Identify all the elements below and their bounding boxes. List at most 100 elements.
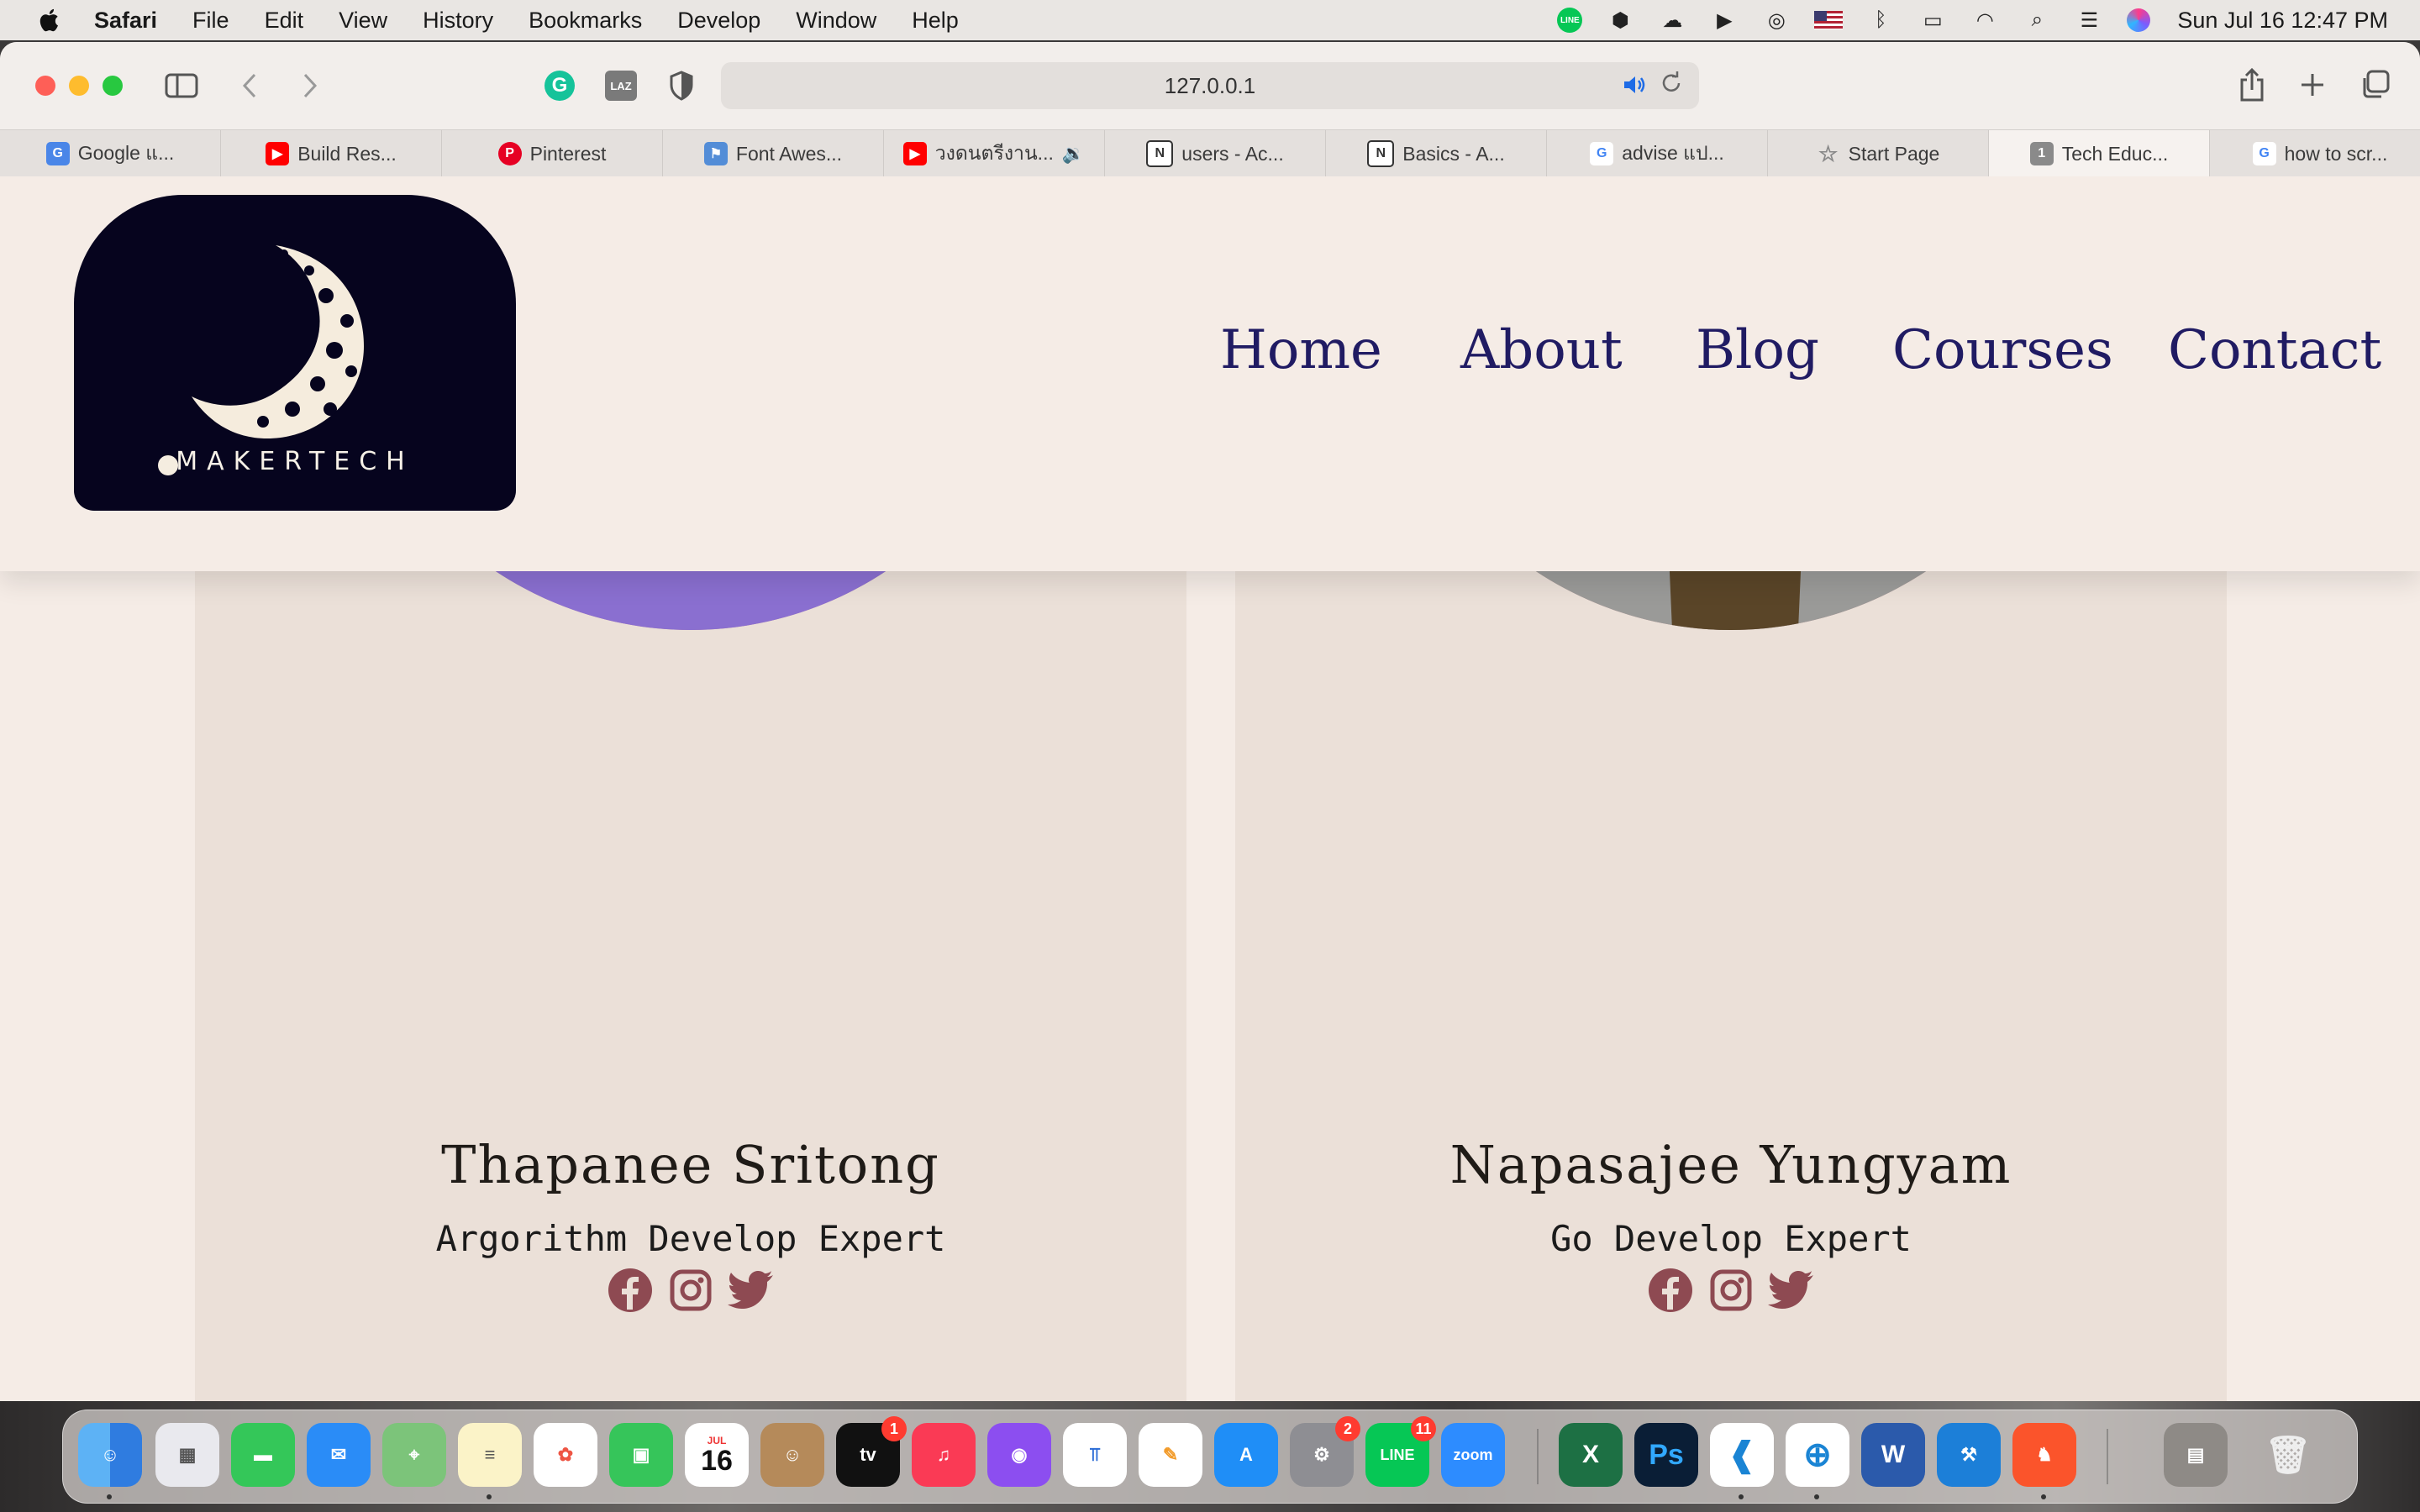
menu-bookmarks[interactable]: Bookmarks — [529, 8, 642, 34]
tab-build-res[interactable]: ▶ Build Res... — [221, 130, 442, 177]
twitter-icon[interactable] — [728, 1267, 775, 1314]
member-name: Thapanee Sritong — [441, 1134, 940, 1195]
siri-icon[interactable] — [2127, 8, 2151, 32]
app-store-icon[interactable]: A — [1214, 1423, 1278, 1487]
instagram-icon[interactable] — [667, 1267, 714, 1314]
nav-about[interactable]: About — [1460, 319, 1623, 381]
tab-users[interactable]: N users - Ac... — [1105, 130, 1326, 177]
pages-icon[interactable]: ✎ — [1139, 1423, 1202, 1487]
bluetooth-icon[interactable]: ᛒ — [1866, 8, 1895, 33]
menu-history[interactable]: History — [423, 8, 493, 34]
nav-contact[interactable]: Contact — [2168, 319, 2381, 381]
maps-icon[interactable]: ⌖ — [382, 1423, 446, 1487]
address-bar[interactable]: 127.0.0.1 — [721, 62, 1699, 109]
brave-icon[interactable]: ♞ — [2012, 1423, 2076, 1487]
back-arrow-icon[interactable] — [237, 69, 262, 102]
downloads-stack-icon[interactable]: ▤ — [2164, 1423, 2228, 1487]
contacts-icon[interactable]: ☺ — [760, 1423, 824, 1487]
music-icon[interactable]: ♫ — [912, 1423, 976, 1487]
menu-bar: Safari File Edit View History Bookmarks … — [0, 0, 2420, 40]
clock[interactable]: Sun Jul 16 12:47 PM — [2177, 8, 2388, 34]
lazada-extension-icon[interactable]: LAZ — [605, 71, 637, 101]
creative-cloud-icon[interactable]: ☁ — [1658, 8, 1686, 33]
tab-advise[interactable]: G advise แป... — [1547, 130, 1768, 177]
excel-icon[interactable]: X — [1559, 1423, 1623, 1487]
word-icon[interactable]: W — [1861, 1423, 1925, 1487]
wifi-icon[interactable]: ◠ — [1970, 8, 1999, 33]
tab-thai-music[interactable]: ▶ วงดนตรีงาน... 🔉 — [884, 130, 1105, 177]
grammarly-extension-icon[interactable]: G — [544, 71, 575, 101]
battery-icon[interactable]: ▭ — [1918, 8, 1947, 33]
url-text[interactable]: 127.0.0.1 — [721, 62, 1699, 109]
tab-overview-icon[interactable] — [2356, 64, 2393, 106]
twitter-icon[interactable] — [1768, 1267, 1815, 1314]
menu-help[interactable]: Help — [912, 8, 959, 34]
messages-icon[interactable]: ▬ — [231, 1423, 295, 1487]
facebook-icon[interactable] — [1647, 1267, 1694, 1314]
zoom-label: zoom — [1453, 1446, 1493, 1463]
new-tab-icon[interactable] — [2294, 64, 2331, 106]
finder-icon[interactable]: ☺ — [78, 1423, 142, 1487]
facebook-icon[interactable] — [607, 1267, 654, 1314]
podcasts-icon[interactable]: ◉ — [987, 1423, 1051, 1487]
menu-edit[interactable]: Edit — [265, 8, 304, 34]
line-app-icon[interactable]: LINE 11 — [1365, 1416, 1436, 1487]
reload-icon[interactable] — [1659, 71, 1686, 97]
play-status-icon[interactable]: ▶ — [1710, 8, 1739, 33]
menu-develop[interactable]: Develop — [677, 8, 760, 34]
line-status-icon[interactable]: LINE — [1557, 8, 1583, 33]
nav-blog[interactable]: Blog — [1696, 319, 1819, 381]
safari-icon[interactable]: ⊕ — [1786, 1423, 1849, 1487]
menu-app-safari[interactable]: Safari — [94, 8, 157, 34]
facetime-icon[interactable]: ▣ — [609, 1423, 673, 1487]
tab-basics[interactable]: N Basics - A... — [1326, 130, 1547, 177]
google-translate-icon: G — [45, 142, 70, 165]
menu-file[interactable]: File — [192, 8, 229, 34]
photos-icon[interactable]: ✿ — [534, 1423, 597, 1487]
instagram-icon[interactable] — [1707, 1267, 1754, 1314]
us-flag-input-icon[interactable] — [1814, 11, 1844, 29]
forward-arrow-icon[interactable] — [297, 69, 323, 102]
makertech-logo[interactable]: MAKERTECH — [74, 195, 516, 511]
system-settings-icon[interactable]: ⚙ 2 — [1290, 1416, 1360, 1487]
box-status-icon[interactable]: ⬢ — [1606, 8, 1634, 33]
minimize-window-button[interactable] — [69, 76, 89, 96]
zoom-app-icon[interactable]: zoom — [1441, 1423, 1505, 1487]
tab-start-page[interactable]: ☆ Start Page — [1768, 130, 1989, 177]
xcode-tools-icon[interactable]: ⚒ — [1937, 1423, 2001, 1487]
speaker-icon[interactable]: 🔉 — [1062, 143, 1085, 165]
menu-window[interactable]: Window — [796, 8, 876, 34]
menu-view[interactable]: View — [339, 8, 387, 34]
apple-tv-icon[interactable]: tv 1 — [836, 1416, 907, 1487]
tab-google-translate[interactable]: G Google แ... — [0, 130, 221, 177]
tab-label: Start Page — [1848, 142, 1940, 165]
tab-audio-icon[interactable] — [1622, 72, 1649, 99]
photoshop-icon[interactable]: Ps — [1634, 1423, 1698, 1487]
glasses-status-icon[interactable]: ◎ — [1762, 8, 1791, 33]
keynote-icon[interactable]: ⫪ — [1063, 1423, 1127, 1487]
launchpad-icon[interactable]: ▦ — [155, 1423, 219, 1487]
calendar-icon[interactable]: JUL 16 — [685, 1423, 749, 1487]
web-page: Thapanee Sritong Argorithm Develop Exper… — [0, 176, 2420, 1401]
mail-icon[interactable]: ✉ — [307, 1423, 371, 1487]
tab-pinterest[interactable]: P Pinterest — [442, 130, 663, 177]
privacy-shield-icon[interactable] — [669, 71, 694, 101]
vscode-icon[interactable]: ❰ — [1710, 1423, 1774, 1487]
tab-font-awesome[interactable]: ⚑ Font Awes... — [663, 130, 884, 177]
member-role: Go Develop Expert — [1550, 1218, 1912, 1259]
close-window-button[interactable] — [35, 76, 55, 96]
zoom-window-button[interactable] — [103, 76, 123, 96]
apple-logo-icon[interactable] — [37, 7, 64, 34]
trash-icon[interactable]: 🗑 — [2256, 1423, 2320, 1487]
control-center-icon[interactable]: ☰ — [2075, 8, 2103, 33]
tab-how-to[interactable]: G how to scr... — [2210, 130, 2420, 177]
tab-number-icon: 1 — [2029, 142, 2054, 165]
search-icon[interactable]: ⌕ — [2023, 8, 2051, 33]
nav-home[interactable]: Home — [1220, 319, 1382, 381]
tab-label: วงดนตรีงาน... — [934, 142, 1054, 164]
sidebar-toggle-icon[interactable] — [163, 69, 200, 102]
tab-tech-education[interactable]: 1 Tech Educ... — [1989, 130, 2210, 177]
notes-icon[interactable]: ≡ — [458, 1423, 522, 1487]
nav-courses[interactable]: Courses — [1892, 319, 2113, 381]
share-icon[interactable] — [2233, 64, 2270, 106]
